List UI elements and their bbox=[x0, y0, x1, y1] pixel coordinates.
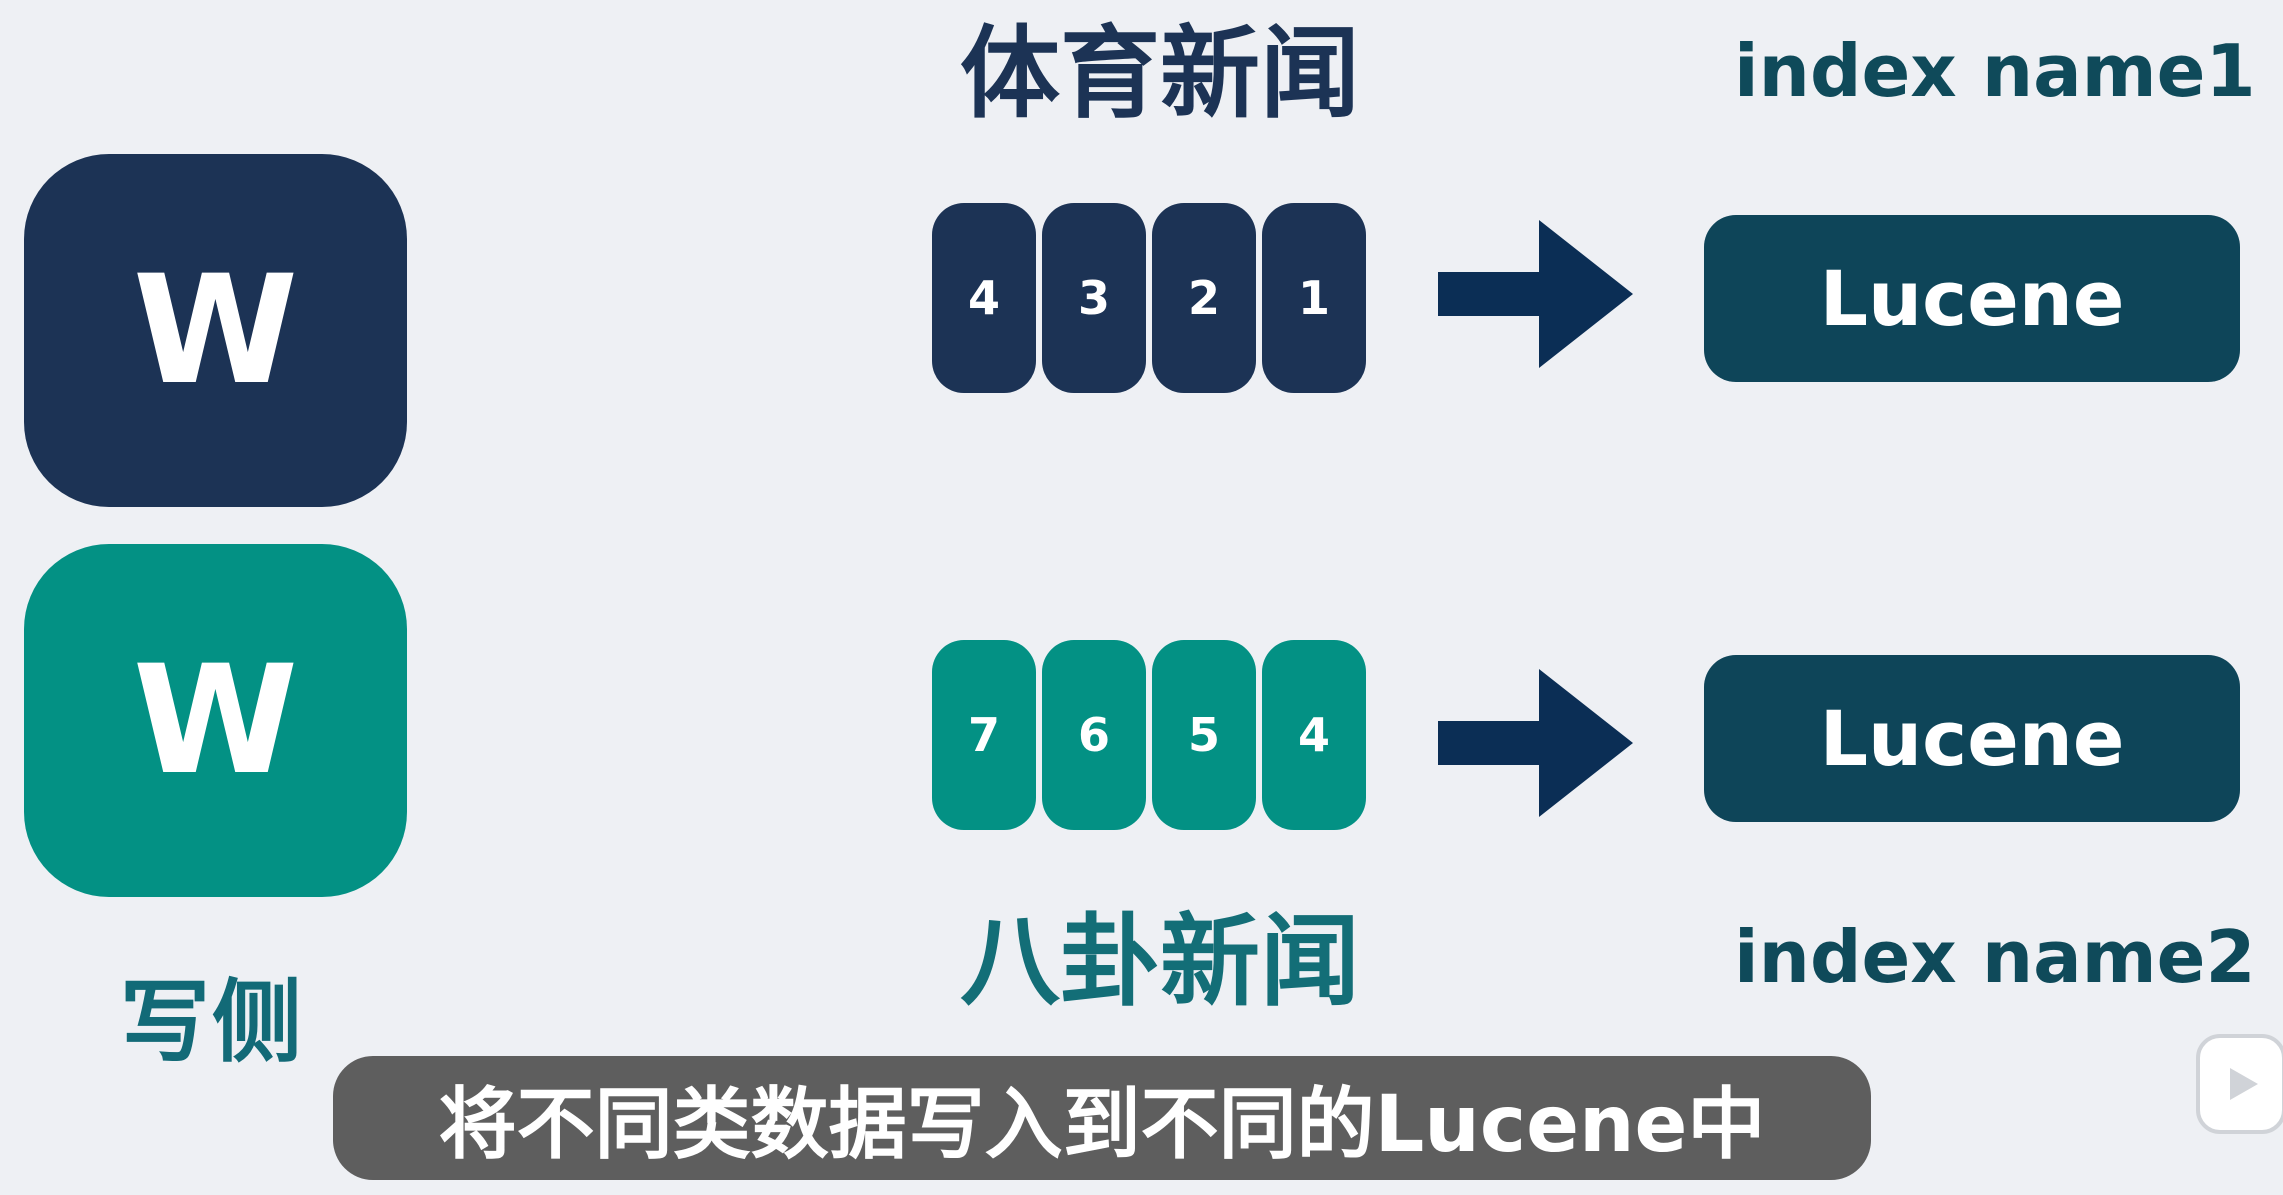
doc-block: 5 bbox=[1152, 640, 1256, 830]
doc-block: 3 bbox=[1042, 203, 1146, 393]
write-side-label: 写侧 bbox=[120, 970, 304, 1075]
writer-sports: W bbox=[24, 154, 407, 507]
lucene-box-1: Lucene bbox=[1704, 215, 2240, 382]
doc-queue-sports: 4 3 2 1 bbox=[932, 203, 1366, 393]
writer-gossip: W bbox=[24, 544, 407, 897]
lucene-box-2: Lucene bbox=[1704, 655, 2240, 822]
category-title-gossip: 八卦新闻 bbox=[960, 903, 1360, 1020]
index-name-1: index name1 bbox=[1734, 29, 2256, 113]
play-triangle-icon bbox=[2230, 1068, 2258, 1100]
doc-block: 6 bbox=[1042, 640, 1146, 830]
index-name-2: index name2 bbox=[1734, 915, 2256, 999]
doc-block: 2 bbox=[1152, 203, 1256, 393]
doc-block: 4 bbox=[1262, 640, 1366, 830]
subtitle-caption: 将不同类数据写入到不同的Lucene中 bbox=[333, 1056, 1871, 1180]
doc-block: 4 bbox=[932, 203, 1036, 393]
play-icon[interactable] bbox=[2196, 1034, 2283, 1134]
arrow-right-icon bbox=[1438, 669, 1633, 817]
doc-queue-gossip: 7 6 5 4 bbox=[932, 640, 1366, 830]
arrow-right-icon bbox=[1438, 220, 1633, 368]
category-title-sports: 体育新闻 bbox=[960, 15, 1360, 132]
doc-block: 7 bbox=[932, 640, 1036, 830]
doc-block: 1 bbox=[1262, 203, 1366, 393]
